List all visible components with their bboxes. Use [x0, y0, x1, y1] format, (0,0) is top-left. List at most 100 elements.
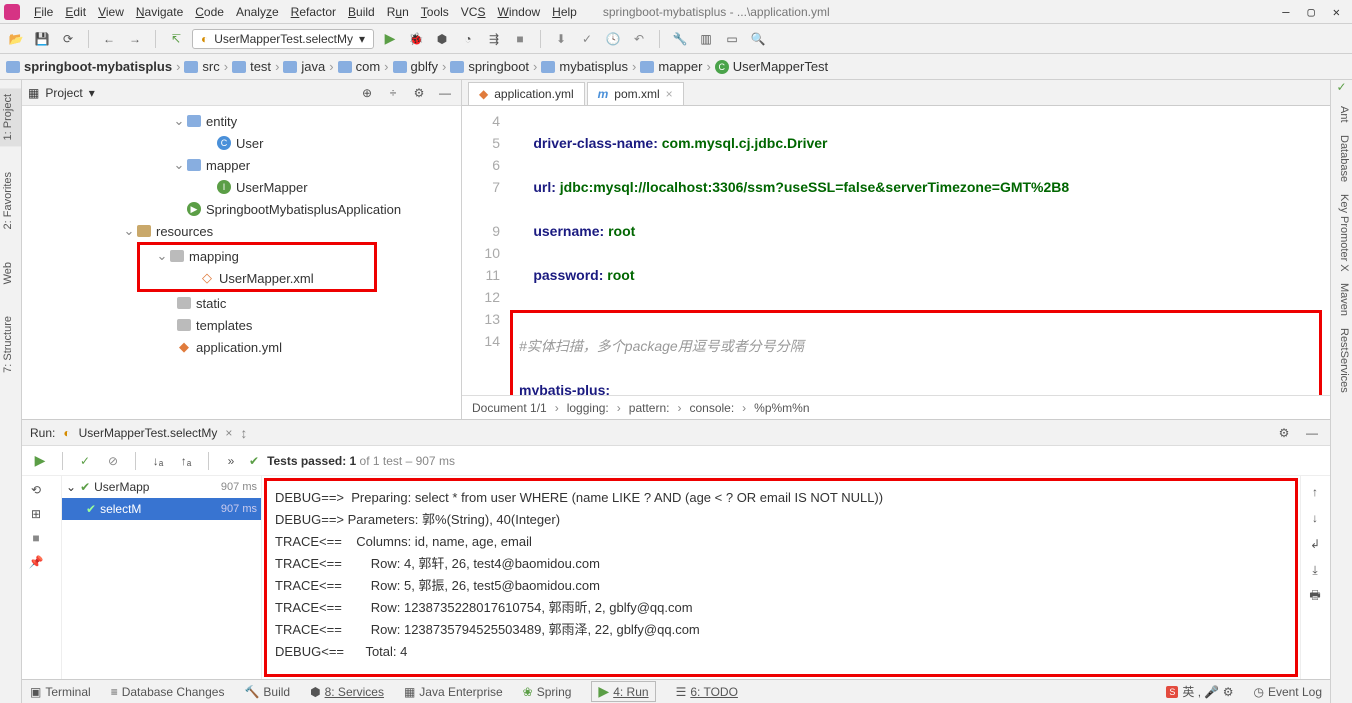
profile-button[interactable]: ◔: [458, 29, 478, 49]
menu-tools[interactable]: Tools: [415, 5, 455, 19]
stop-button[interactable]: ■: [510, 29, 530, 49]
menu-view[interactable]: View: [92, 5, 130, 19]
minimize-button[interactable]: —: [1282, 5, 1289, 19]
down-icon[interactable]: ↓: [1305, 508, 1325, 528]
menu-window[interactable]: Window: [491, 5, 546, 19]
console-output[interactable]: DEBUG==> Preparing: select * from user W…: [264, 478, 1298, 677]
pin-icon[interactable]: 📌: [26, 552, 46, 572]
sb-event-log[interactable]: ◷ Event Log: [1253, 685, 1322, 699]
sb-todo[interactable]: ☰ 6: TODO: [676, 685, 738, 699]
crumb-src[interactable]: src: [184, 59, 219, 74]
toggle-auto-icon[interactable]: ⊞: [26, 504, 46, 524]
show-ignored-icon[interactable]: ⊘: [103, 451, 123, 471]
close-icon[interactable]: ×: [225, 426, 232, 440]
menu-file[interactable]: File: [28, 5, 59, 19]
menu-analyze[interactable]: Analyze: [230, 5, 285, 19]
tree-user[interactable]: CUser: [22, 132, 461, 154]
sb-java-ee[interactable]: ▦ Java Enterprise: [404, 685, 503, 699]
debug-button[interactable]: 🐞: [406, 29, 426, 49]
open-icon[interactable]: 📂: [6, 29, 26, 49]
crumb-springboot[interactable]: springboot: [450, 59, 529, 74]
test-tree[interactable]: ⌄✔ UserMapp 907 ms ✔ selectM 907 ms: [62, 476, 262, 679]
vcs-history-icon[interactable]: 🕓: [603, 29, 623, 49]
hide-icon[interactable]: —: [1302, 423, 1322, 443]
crumb-com[interactable]: com: [338, 59, 381, 74]
tab-keypromoter[interactable]: Key Promoter X: [1331, 188, 1352, 278]
tab-favorites[interactable]: 2: Favorites: [0, 166, 21, 235]
search-icon[interactable]: 🔍: [748, 29, 768, 49]
stop-icon[interactable]: ■: [26, 528, 46, 548]
menu-run[interactable]: Run: [381, 5, 415, 19]
tab-database[interactable]: Database: [1331, 129, 1352, 188]
crumb-gblfy[interactable]: gblfy: [393, 59, 438, 74]
back-icon[interactable]: ←: [99, 29, 119, 49]
tab-ant[interactable]: Ant: [1331, 100, 1352, 129]
project-structure-icon[interactable]: ▥: [696, 29, 716, 49]
forward-icon[interactable]: →: [125, 29, 145, 49]
code-editor[interactable]: 4567 91011121314 driver-class-name: com.…: [462, 106, 1330, 395]
target-icon[interactable]: ⊕: [357, 83, 377, 103]
tree-mapping[interactable]: ⌄mapping: [140, 245, 374, 267]
wrench-icon[interactable]: 🔧: [670, 29, 690, 49]
up-icon[interactable]: ↑: [1305, 482, 1325, 502]
collapse-icon[interactable]: ÷: [383, 83, 403, 103]
tree-templates[interactable]: templates: [22, 314, 461, 336]
menu-code[interactable]: Code: [189, 5, 230, 19]
menu-navigate[interactable]: Navigate: [130, 5, 189, 19]
expand-icon[interactable]: »: [221, 451, 241, 471]
crumb-class[interactable]: CUserMapperTest: [715, 59, 828, 74]
gear-icon[interactable]: ⚙: [409, 83, 429, 103]
run-button[interactable]: ▶: [380, 29, 400, 49]
scroll-icon[interactable]: ⤓: [1305, 560, 1325, 580]
crumb-mapper[interactable]: mapper: [640, 59, 702, 74]
test-item[interactable]: ✔ selectM 907 ms: [62, 498, 261, 520]
coverage-button[interactable]: ⬢: [432, 29, 452, 49]
tab-web[interactable]: Web: [0, 256, 21, 290]
hide-icon[interactable]: —: [435, 83, 455, 103]
project-tree[interactable]: ⌄entity CUser ⌄mapper IUserMapper ▶Sprin…: [22, 106, 461, 419]
maximize-button[interactable]: ▢: [1308, 5, 1315, 19]
tab-project[interactable]: 1: Project: [0, 88, 21, 146]
tree-appclass[interactable]: ▶SpringbootMybatisplusApplication: [22, 198, 461, 220]
sb-spring[interactable]: ❀ Spring: [523, 685, 572, 699]
sdk-icon[interactable]: ▭: [722, 29, 742, 49]
tree-usermapper-xml[interactable]: ◇UserMapper.xml: [140, 267, 374, 289]
gear-icon[interactable]: ⚙: [1274, 423, 1294, 443]
sort-up-icon[interactable]: ↑ₐ: [176, 451, 196, 471]
hammer-icon[interactable]: ↸: [166, 29, 186, 49]
sort-down-icon[interactable]: ↓ₐ: [148, 451, 168, 471]
run-config-selector[interactable]: ◐ UserMapperTest.selectMy ▾: [192, 29, 374, 49]
refresh-icon[interactable]: ⟳: [58, 29, 78, 49]
vcs-commit-icon[interactable]: ✓: [577, 29, 597, 49]
tab-restservices[interactable]: RestServices: [1331, 322, 1352, 399]
print-icon[interactable]: 🖶: [1305, 586, 1325, 606]
sb-db-changes[interactable]: ≡ Database Changes: [111, 685, 225, 699]
close-button[interactable]: ✕: [1333, 5, 1340, 19]
save-icon[interactable]: 💾: [32, 29, 52, 49]
concurrent-button[interactable]: ⇶: [484, 29, 504, 49]
tree-mapper[interactable]: ⌄mapper: [22, 154, 461, 176]
tree-appyml[interactable]: ◆application.yml: [22, 336, 461, 358]
sb-build[interactable]: 🔨 Build: [244, 685, 290, 699]
tree-usermapper[interactable]: IUserMapper: [22, 176, 461, 198]
close-icon[interactable]: ×: [666, 87, 673, 101]
show-passed-icon[interactable]: ✓: [75, 451, 95, 471]
tab-application-yml[interactable]: ◆ application.yml: [468, 82, 585, 105]
menu-help[interactable]: Help: [546, 5, 583, 19]
rerun-failed-icon[interactable]: ⟲: [26, 480, 46, 500]
crumb-java[interactable]: java: [283, 59, 325, 74]
sb-terminal[interactable]: ▣ Terminal: [30, 685, 91, 699]
chevron-down-icon[interactable]: ▾: [89, 86, 95, 100]
tab-structure[interactable]: 7: Structure: [0, 310, 21, 379]
tree-entity[interactable]: ⌄entity: [22, 110, 461, 132]
rerun-button[interactable]: ▶: [30, 451, 50, 471]
tab-pom-xml[interactable]: m pom.xml ×: [587, 82, 684, 105]
crumb-root[interactable]: springboot-mybatisplus: [6, 59, 172, 74]
menu-vcs[interactable]: VCS: [455, 5, 492, 19]
test-root[interactable]: ⌄✔ UserMapp 907 ms: [62, 476, 261, 498]
vcs-revert-icon[interactable]: ↶: [629, 29, 649, 49]
tab-maven[interactable]: Maven: [1331, 277, 1352, 322]
crumb-mybatisplus[interactable]: mybatisplus: [541, 59, 628, 74]
sb-ime-icon[interactable]: S 英 , 🎤 ⚙: [1166, 683, 1233, 700]
wrap-icon[interactable]: ↲: [1305, 534, 1325, 554]
